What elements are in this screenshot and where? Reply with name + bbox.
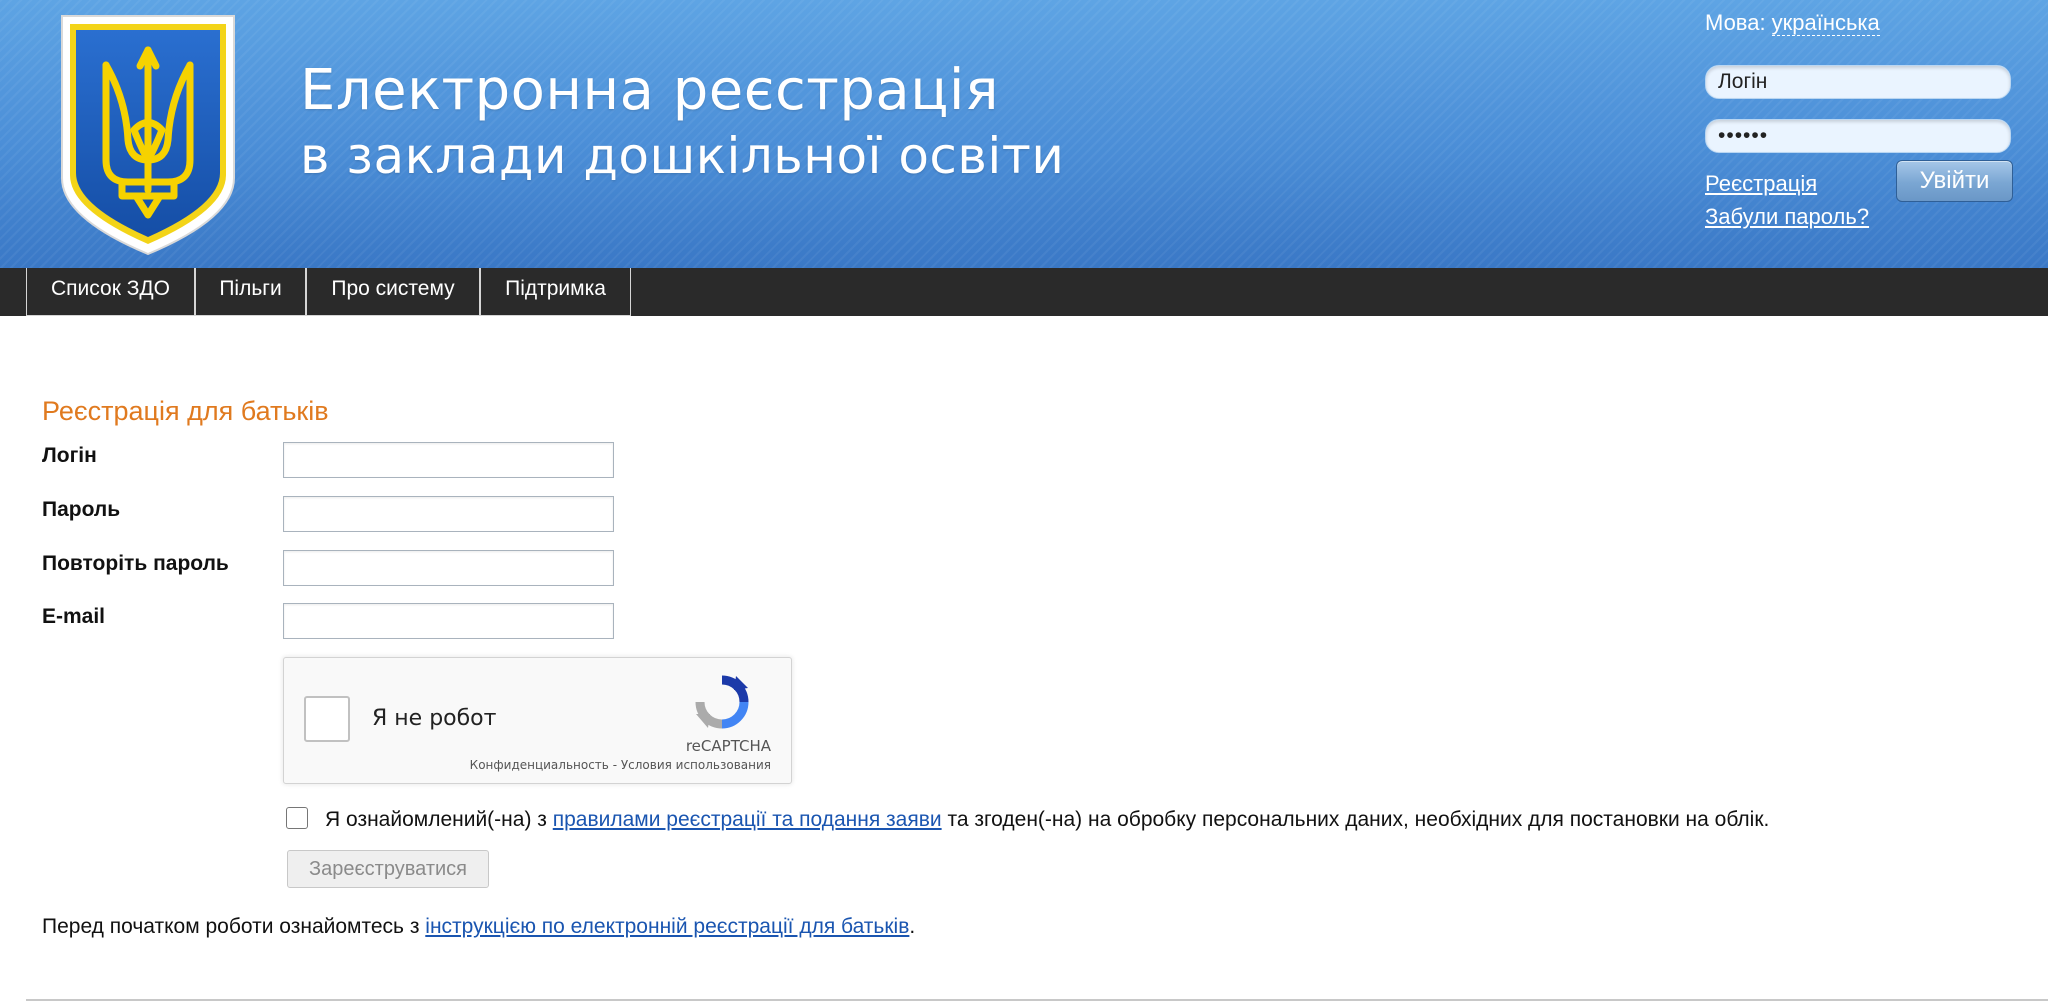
- site-title: Електронна реєстрація в заклади дошкільн…: [300, 58, 1064, 188]
- footer-divider: [26, 999, 2048, 1001]
- nav-item-about[interactable]: Про систему: [306, 268, 480, 316]
- instruction-prefix: Перед початком роботи ознайомтесь з: [42, 915, 426, 938]
- trident-coat-of-arms-icon: [56, 10, 240, 260]
- login-button[interactable]: Увійти: [1896, 160, 2013, 202]
- rules-link[interactable]: правилами реєстрації та подання заяви: [553, 808, 942, 831]
- header-password-input[interactable]: ••••••: [1705, 119, 2011, 153]
- login-input[interactable]: [283, 442, 614, 478]
- site-title-line2: в заклади дошкільної освіти: [300, 127, 1065, 185]
- site-title-line1: Електронна реєстрація: [300, 58, 1000, 123]
- nav-item-support[interactable]: Підтримка: [480, 268, 631, 316]
- recaptcha-widget: Я не робот reCAPTCHA Конфиденциальность …: [283, 657, 792, 784]
- recaptcha-label: Я не робот: [372, 706, 497, 731]
- email-label: E-mail: [42, 605, 106, 628]
- register-button[interactable]: Зареєструватися: [287, 850, 489, 888]
- language-dropdown[interactable]: українська: [1771, 10, 1880, 36]
- header-register-link[interactable]: Реєстрація: [1705, 171, 1817, 197]
- header-login-input[interactable]: Логін: [1705, 65, 2011, 99]
- instruction-note: Перед початком роботи ознайомтесь з інст…: [42, 915, 915, 939]
- language-label: Мова:: [1705, 10, 1766, 35]
- agreement-text: Я ознайомлений(-на) з правилами реєстрац…: [325, 808, 1769, 832]
- instruction-suffix: .: [909, 915, 916, 938]
- login-label: Логін: [42, 444, 97, 467]
- forgot-password-link[interactable]: Забули пароль?: [1705, 204, 1869, 230]
- instruction-link[interactable]: інструкцією по електронній реєстрації дл…: [425, 915, 909, 938]
- page-title: Реєстрація для батьків: [42, 396, 329, 426]
- main-nav: Список ЗДО Пільги Про систему Підтримка: [0, 268, 2048, 316]
- password-input[interactable]: [283, 496, 614, 532]
- language-selector: Мова: українська: [1705, 10, 1880, 36]
- recaptcha-checkbox[interactable]: [304, 696, 350, 742]
- site-header: Електронна реєстрація в заклади дошкільн…: [0, 0, 2048, 268]
- email-input[interactable]: [283, 603, 614, 639]
- agreement-checkbox[interactable]: [286, 807, 308, 829]
- repeat-password-label: Повторіть пароль: [42, 552, 229, 575]
- agreement-prefix: Я ознайомлений(-на) з: [325, 808, 553, 831]
- recaptcha-brand: reCAPTCHA: [685, 737, 771, 755]
- repeat-password-input[interactable]: [283, 550, 614, 586]
- recaptcha-logo-icon: [694, 674, 750, 730]
- nav-item-benefits[interactable]: Пільги: [195, 268, 306, 316]
- recaptcha-terms-link[interactable]: Конфиденциальность - Условия использован…: [470, 758, 771, 772]
- nav-item-institutions[interactable]: Список ЗДО: [26, 268, 195, 316]
- password-label: Пароль: [42, 498, 121, 521]
- agreement-suffix: та згоден(-на) на обробку персональних д…: [941, 808, 1770, 831]
